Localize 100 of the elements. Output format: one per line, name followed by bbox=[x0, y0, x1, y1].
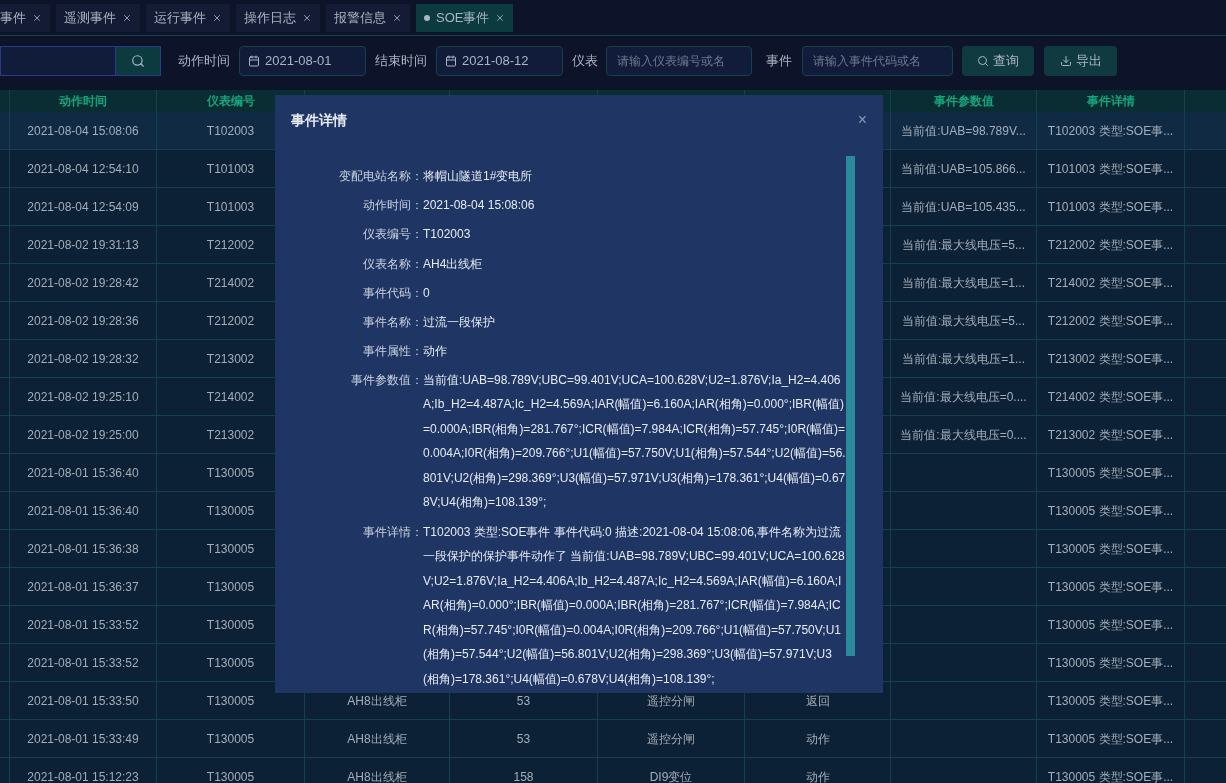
table-cell-text: T130005 bbox=[206, 464, 255, 482]
field-label: 事件代码： bbox=[362, 284, 423, 302]
table-cell-text: T130005 bbox=[206, 654, 255, 672]
table-cell-text: 2021-08-02 19:25:10 bbox=[27, 388, 139, 406]
table-cell-text: 动作时间 bbox=[59, 93, 107, 110]
table-cell-text: 53 bbox=[516, 730, 531, 748]
table-cell-text: T102003 bbox=[206, 122, 255, 140]
table-cell-text: T101003 类型:SOE事... bbox=[1047, 160, 1174, 178]
field-value: T102003 bbox=[423, 226, 472, 244]
table-cell-text: 动作 bbox=[805, 768, 830, 783]
table-cell-text: 158 bbox=[513, 768, 534, 783]
table-cell-text: 2021-08-01 15:36:40 bbox=[27, 464, 139, 482]
dialog-title: 事件详情 bbox=[291, 110, 347, 130]
table-cell-text: T214002 bbox=[206, 274, 255, 292]
table-cell-text: 2021-08-01 15:33:52 bbox=[27, 654, 139, 672]
table-cell-text: 当前值:最大线电压=1... bbox=[902, 350, 1025, 368]
table-cell-text: T213002 bbox=[206, 426, 255, 444]
table-cell-text: 2021-08-04 15:08:06 bbox=[27, 122, 139, 140]
field-label: 事件参数值： bbox=[350, 371, 423, 389]
table-cell-text: AH8出线柜 bbox=[347, 692, 407, 710]
table-cell-text: 仪表编号 bbox=[206, 93, 255, 110]
table-cell-text: T101003 类型:SOE事... bbox=[1047, 198, 1174, 216]
table-cell-text: 当前值:UAB=105.866... bbox=[901, 160, 1026, 178]
table-cell-text: T102003 类型:SOE事... bbox=[1047, 122, 1174, 140]
table-cell-text: 2021-08-04 12:54:10 bbox=[27, 160, 139, 178]
table-cell-text: T130005 bbox=[206, 768, 255, 783]
table-cell-text: 2021-08-02 19:28:42 bbox=[27, 274, 139, 292]
table-cell-text: T130005 类型:SOE事... bbox=[1047, 692, 1174, 710]
table-cell-text: T130005 类型:SOE事... bbox=[1047, 616, 1174, 634]
field-value: 0 bbox=[423, 284, 431, 302]
table-cell-text: T212002 bbox=[206, 236, 255, 254]
table-cell-text: T130005 bbox=[206, 502, 255, 520]
table-cell-text: T101003 bbox=[206, 198, 255, 216]
filter-label: 仪表 bbox=[572, 52, 598, 71]
table-cell-text: DI9变位 bbox=[649, 768, 693, 783]
field-value: 当前值:UAB=98.789V;UBC=99.401V;UCA=100.628V;U2=1.876V;Ia_H2=4.406A;Ib_H2=4.487A;Ic_H2=4.569A;IAR(幅值)=6.160A;IAR(相角)=0.000°;IBR(幅值)=0.000A;IBR(相角)=281.767°;ICR(幅值)=7.984A;ICR(相角)=57.745°;I0R(幅值)=0.004A;I0R(相角)=209.766°;U1(幅值)=57.750V;U1(相角)=57.544°;U2(幅值)=56.801V;U2(相角)=298.369°;U3(幅值)=57.971V;U3(相角)=178.361°;U4(幅值)=0.678V;U4(相角)=108.139°; bbox=[423, 371, 847, 512]
table-cell-text: T214002 bbox=[206, 388, 255, 406]
table-cell-text: 2021-08-01 15:33:49 bbox=[27, 730, 139, 748]
table-cell-text: AH8出线柜 bbox=[347, 730, 407, 748]
table-cell-text: T213002 类型:SOE事... bbox=[1047, 350, 1174, 368]
table-cell-text: 返回 bbox=[805, 692, 830, 710]
table-cell-text: 遥控分闸 bbox=[647, 730, 695, 748]
table-cell-text: 2021-08-01 15:36:38 bbox=[27, 540, 139, 558]
table-cell-text: 当前值:UAB=98.789V... bbox=[901, 122, 1026, 140]
table-cell-text: 动作 bbox=[805, 730, 830, 748]
table-cell-text: 2021-08-01 15:33:50 bbox=[27, 692, 139, 710]
field-label: 事件属性： bbox=[362, 342, 423, 360]
table-cell-text: T214002 类型:SOE事... bbox=[1047, 388, 1174, 406]
table-cell-text: T130005 bbox=[206, 730, 255, 748]
table-cell-text: 当前值:最大线电压=0.... bbox=[900, 388, 1027, 406]
field-value: AH4出线柜 bbox=[423, 255, 484, 273]
table-cell-text: T130005 类型:SOE事... bbox=[1047, 464, 1174, 482]
table-cell-text: T213002 类型:SOE事... bbox=[1047, 426, 1174, 444]
table-cell-text: 当前值:最大线电压=5... bbox=[902, 312, 1025, 330]
table-cell-text: AH8出线柜 bbox=[347, 768, 407, 783]
table-cell-text: 53 bbox=[516, 692, 531, 710]
table-cell-text: 2021-08-02 19:25:00 bbox=[27, 426, 139, 444]
table-cell-text: T101003 bbox=[206, 160, 255, 178]
table-cell-text: T130005 类型:SOE事... bbox=[1047, 768, 1174, 783]
field-label: 事件名称： bbox=[362, 313, 423, 331]
field-value: 动作 bbox=[423, 342, 448, 360]
table-cell-text: 当前值:UAB=105.435... bbox=[901, 198, 1026, 216]
table-cell-text: 事件详情 bbox=[1086, 93, 1135, 110]
table-cell-text: T130005 bbox=[206, 578, 255, 596]
table-cell-text: T130005 类型:SOE事... bbox=[1047, 654, 1174, 672]
table-cell-text: T130005 类型:SOE事... bbox=[1047, 730, 1174, 748]
table-cell-text: 2021-08-01 15:33:52 bbox=[27, 616, 139, 634]
table-cell-text: 当前值:最大线电压=1... bbox=[902, 274, 1025, 292]
table-cell-text: 2021-08-02 19:28:36 bbox=[27, 312, 139, 330]
field-value: 将帽山隧道1#变电所 bbox=[423, 168, 534, 186]
table-cell-text: T213002 bbox=[206, 350, 255, 368]
table-cell-text: 2021-08-02 19:28:32 bbox=[27, 350, 139, 368]
table-cell-text: 2021-08-01 15:36:40 bbox=[27, 502, 139, 520]
table-cell-text: T130005 类型:SOE事... bbox=[1047, 540, 1174, 558]
table-cell-text: 遥控分闸 bbox=[647, 692, 695, 710]
table-cell-text: T214002 类型:SOE事... bbox=[1047, 274, 1174, 292]
field-label: 变配电站名称： bbox=[338, 168, 423, 186]
table-cell-text: T212002 bbox=[206, 312, 255, 330]
field-label: 事件详情： bbox=[362, 523, 423, 541]
field-label: 动作时间： bbox=[362, 197, 423, 215]
table-cell-text: 当前值:最大线电压=5... bbox=[902, 236, 1025, 254]
table-cell-text: 2021-08-01 15:12:23 bbox=[27, 768, 139, 783]
table-cell-text: 事件参数值 bbox=[933, 93, 994, 110]
field-value: 过流一段保护 bbox=[423, 313, 496, 331]
table-cell-text: T212002 类型:SOE事... bbox=[1047, 312, 1174, 330]
table-cell-text: T212002 类型:SOE事... bbox=[1047, 236, 1174, 254]
table-cell-text: 2021-08-01 15:36:37 bbox=[27, 578, 139, 596]
table-cell-text: T130005 类型:SOE事... bbox=[1047, 502, 1174, 520]
field-label: 仪表编号： bbox=[362, 226, 423, 244]
field-label: 仪表名称： bbox=[362, 255, 423, 273]
field-value: 2021-08-04 15:08:06 bbox=[423, 197, 536, 215]
filter-label: 动作时间 bbox=[178, 52, 230, 71]
table-cell-text: 当前值:最大线电压=0.... bbox=[900, 426, 1027, 444]
table-cell-text: T130005 bbox=[206, 692, 255, 710]
table-cell-text: T130005 bbox=[206, 616, 255, 634]
table-cell-text: T130005 类型:SOE事... bbox=[1047, 578, 1174, 596]
filter-label: 事件 bbox=[766, 52, 792, 71]
table-cell-text: T130005 bbox=[206, 540, 255, 558]
table-cell-text: 2021-08-04 12:54:09 bbox=[27, 198, 139, 216]
table-cell-text: 2021-08-02 19:31:13 bbox=[27, 236, 139, 254]
